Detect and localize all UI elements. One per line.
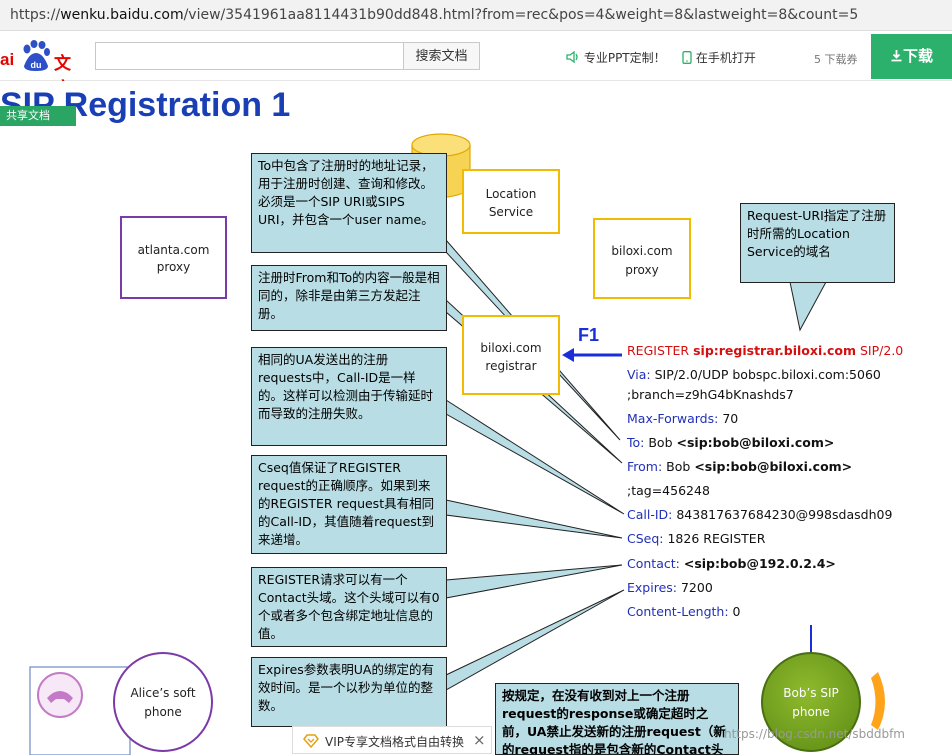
sip-version: SIP/2.0 [860,343,904,358]
sip-content-length-line: Content-Length: 0 [627,604,741,619]
sip-content-length-key: Content-Length: [627,604,729,619]
sip-expires-line: Expires: 7200 [627,580,713,595]
sip-maxforwards-line: Max-Forwards: 70 [627,411,738,426]
sip-cseq-key: CSeq: [627,531,664,546]
f1-arrow-head [562,348,574,362]
csdn-watermark: https://blog.csdn.net/sbddbfm [724,727,905,741]
sip-expires-key: Expires: [627,580,677,595]
callout-expires-header: Expires参数表明UA的绑定的有效时间。是一个以秒为单位的整数。 [251,657,447,727]
phone-icon [37,672,83,718]
callout-callid-header: 相同的UA发送出的注册requests中，Call-ID是一样的。这样可以检测由… [251,347,447,446]
callout-tail-callid [445,399,625,515]
sip-request-line: REGISTER sip:registrar.biloxi.com SIP/2.… [627,343,903,358]
sip-from-line: From: Bob <sip:bob@biloxi.com> [627,459,852,474]
atlanta-proxy-node: atlanta.com proxy [120,216,227,299]
sip-maxforwards-key: Max-Forwards: [627,411,719,426]
location-service-node: Location Service [462,169,560,234]
sip-callid-key: Call-ID: [627,507,673,522]
callout-request-uri: Request-URI指定了注册时所需的Location Service的域名 [740,203,895,283]
sip-content-length-value: 0 [732,604,741,619]
sip-cseq-line: CSeq: 1826 REGISTER [627,531,765,546]
sip-from-tag: ;tag=456248 [627,483,710,498]
callout-tail-requesturi [789,281,827,332]
sip-method: REGISTER [627,343,690,358]
callout-cseq-header: Cseq值保证了REGISTER request的正确顺序。如果到来的REGIS… [251,455,447,554]
callout-to-header: To中包含了注册时的地址记录，用于注册时创建、查询和修改。必须是一个SIP UR… [251,153,447,253]
sip-contact-line: Contact: <sip:bob@192.0.2.4> [627,556,836,571]
biloxi-proxy-node: biloxi.com proxy [593,218,691,299]
callout-from-header: 注册时From和To的内容一般是相同的，除非是由第三方发起注册。 [251,265,447,331]
sip-expires-value: 7200 [680,580,713,595]
sip-maxforwards-value: 70 [722,411,739,426]
sip-contact-value: <sip:bob@192.0.2.4> [683,556,836,571]
sip-via-key: Via: [627,367,651,382]
sip-to-name: Bob [648,435,673,450]
f1-label: F1 [578,325,600,345]
sip-callid-value: 843817637684230@998sdasdh09 [676,507,893,522]
alice-softphone-node: Alice’s soft phone [113,652,213,752]
sip-contact-key: Contact: [627,556,680,571]
sip-via-branch-line: ;branch=z9hG4bKnashds7 [627,387,794,402]
sip-from-name: Bob [666,459,691,474]
callout-tail-cseq [445,499,623,539]
close-icon[interactable]: × [473,731,486,749]
sip-from-uri: <sip:bob@biloxi.com> [694,459,853,474]
callout-register-rule: 按规定，在没有收到对上一个注册request的response或确定超时之前，U… [495,683,739,755]
sip-to-uri: <sip:bob@biloxi.com> [676,435,835,450]
sip-cseq-value: 1826 REGISTER [667,531,766,546]
vip-format-label: VIP专享文档格式自由转换 [325,735,464,749]
vip-diamond-icon [303,734,319,748]
handset-icon [871,672,885,730]
callout-tail-expires [445,589,625,691]
sip-from-key: From: [627,459,663,474]
biloxi-registrar-node: biloxi.com registrar [462,315,560,395]
sip-via-branch: ;branch=z9hG4bKnashds7 [627,387,794,402]
sip-to-line: To: Bob <sip:bob@biloxi.com> [627,435,834,450]
callout-contact-header: REGISTER请求可以有一个Contact头域。这个头域可以有0个或者多个包含… [251,567,447,647]
callout-tail-contact [445,564,623,599]
sip-via-line: Via: SIP/2.0/UDP bobspc.biloxi.com:5060 [627,367,881,382]
sip-to-key: To: [627,435,645,450]
vip-format-bar[interactable]: VIP专享文档格式自由转换 × [292,726,492,754]
sip-request-uri: sip:registrar.biloxi.com [693,343,857,358]
sip-callid-line: Call-ID: 843817637684230@998sdasdh09 [627,507,892,522]
sip-via-value: SIP/2.0/UDP bobspc.biloxi.com:5060 [654,367,881,382]
sip-from-tag-line: ;tag=456248 [627,483,710,498]
